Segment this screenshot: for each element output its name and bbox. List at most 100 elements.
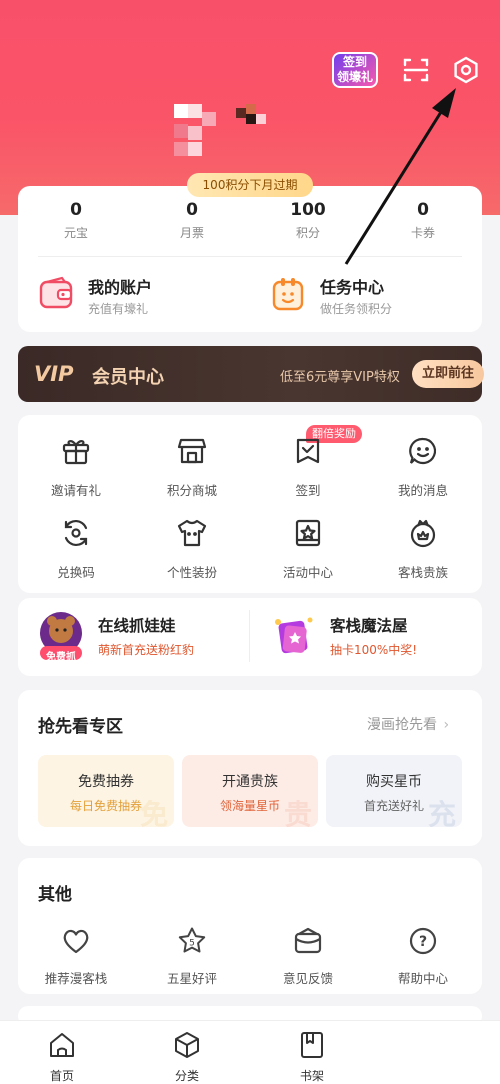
promo-title: 客栈魔法屋 [330,617,408,635]
bookshelf-icon [301,1032,323,1058]
five-star-glyph: 5 [189,939,195,949]
home-icon [50,1033,74,1057]
other-item-recommend[interactable]: 推荐漫客栈 [26,926,126,987]
promo-subtitle: 萌新首充送粉红豹 [98,643,195,657]
stat-label: 月票 [179,226,204,240]
checkin-badge-line2: 领壕礼 [336,70,373,84]
account-title: 我的账户 [88,278,153,297]
stat-coupons[interactable]: 0 卡券 [373,200,473,241]
divider [38,256,462,257]
grid-item-invite[interactable]: 邀请有礼 [26,436,126,499]
promo-magic-house[interactable]: 客栈魔法屋 抽卡100%中奖! [268,598,468,674]
tab-home[interactable]: 首页 [22,1031,102,1084]
checkin-gift-badge[interactable]: 签到 领壕礼 [332,52,378,88]
my-account-entry[interactable]: 我的账户 充值有壕礼 [38,272,238,320]
promo-claw-machine[interactable]: 免费抓 在线抓娃娃 萌新首充送粉红豹 [36,598,236,674]
tab-label: 书架 [299,1069,324,1083]
other-item-feedback[interactable]: 意见反馈 [258,926,358,987]
stat-label: 卡券 [410,226,435,240]
vip-logo: VIP [34,362,74,386]
scan-icon[interactable] [402,56,430,84]
free-draw-box[interactable]: 免费抽券 每日免费抽券 免 [38,755,174,827]
stat-value: 0 [417,200,429,220]
points-expire-notice: 100积分下月过期 [187,173,313,197]
bottom-tab-bar: 首页 分类 书架 [0,1020,500,1084]
grid-item-points-mall[interactable]: 积分商城 [142,436,242,499]
other-title: 其他 [38,885,72,905]
redeem-code-icon [64,519,88,547]
open-noble-box[interactable]: 开通贵族 领海量星币 贵 [182,755,318,827]
preview-box-watermark: 贵 [283,798,312,827]
message-icon [409,437,437,465]
username [236,104,266,124]
buy-coins-box[interactable]: 购买星币 首充送好礼 充 [326,755,462,827]
grid-label: 兑换码 [57,565,95,580]
other-label: 帮助中心 [397,971,448,986]
grid-label: 我的消息 [397,483,448,498]
vip-desc: 低至6元尊享VIP特权 [280,370,400,385]
preview-box-title: 开通贵族 [222,774,278,790]
feedback-icon [294,927,322,954]
tab-label: 首页 [49,1069,74,1083]
grid-item-redeem-code[interactable]: 兑换码 [26,518,126,581]
store-icon [177,438,207,464]
grid-label: 签到 [295,483,321,498]
other-label: 意见反馈 [282,971,333,986]
stat-value: 0 [186,200,198,220]
promo-divider [249,610,250,662]
checkin-badge-line1: 签到 [342,55,367,69]
category-icon [175,1032,199,1058]
grid-item-messages[interactable]: 我的消息 [373,436,473,499]
vip-title: 会员中心 [92,367,164,388]
stat-points[interactable]: 100 积分 [258,200,358,241]
preview-box-watermark: 免 [139,798,168,827]
stat-monthly-ticket[interactable]: 0 月票 [142,200,242,241]
preview-box-title: 购买星币 [366,774,422,790]
magic-house-icon [275,617,313,654]
account-subtitle: 充值有壕礼 [88,302,149,316]
grid-item-activity[interactable]: 活动中心 [258,518,358,581]
vip-go-button[interactable]: 立即前往 [412,360,484,388]
task-icon [272,278,304,311]
preview-zone-title: 抢先看专区 [38,717,123,737]
stat-label: 元宝 [63,226,88,240]
preview-box-title: 免费抽券 [78,774,134,790]
vip-center-banner[interactable]: VIP 会员中心 低至6元尊享VIP特权 立即前往 [18,346,484,402]
task-title: 任务中心 [320,278,385,297]
promo-subtitle: 抽卡100%中奖! [330,643,418,657]
other-label: 推荐漫客栈 [44,971,108,986]
grid-item-noble[interactable]: 客栈贵族 [373,518,473,581]
preview-more-link[interactable]: 漫画抢先看 › [367,714,449,734]
stat-yuanbao[interactable]: 0 元宝 [26,200,126,241]
grid-label: 个性装扮 [166,565,217,580]
wallet-icon [39,276,73,309]
promo-title: 在线抓娃娃 [98,617,176,635]
grid-label: 邀请有礼 [50,483,101,498]
tab-category[interactable]: 分类 [147,1031,227,1084]
grid-item-outfit[interactable]: 个性装扮 [142,518,242,581]
grid-label: 活动中心 [282,565,333,580]
stat-value: 0 [70,200,82,220]
stat-label: 积分 [295,226,320,240]
task-center-entry[interactable]: 任务中心 做任务领积分 [270,272,470,320]
grid-label: 积分商城 [166,483,217,498]
outfit-icon [177,519,207,547]
settings-icon[interactable] [452,56,480,84]
preview-box-watermark: 充 [427,798,456,827]
avatar[interactable] [172,104,216,160]
other-label: 五星好评 [166,971,217,986]
noble-icon [410,519,436,548]
gift-icon [62,440,90,465]
heart-icon [63,929,89,954]
tab-bookshelf[interactable]: 书架 [272,1031,352,1084]
stat-value: 100 [290,200,326,220]
activity-icon [295,519,321,547]
free-claw-badge: 免费抓 [46,652,76,663]
grid-item-checkin[interactable]: 签到 [258,436,358,499]
grid-label: 客栈贵族 [397,565,448,580]
checkin-icon [296,438,320,464]
other-item-help[interactable]: ? 帮助中心 [373,926,473,987]
five-star-icon: 5 [178,927,206,953]
tab-label: 分类 [174,1069,199,1083]
other-item-five-star[interactable]: 5 五星好评 [142,926,242,987]
